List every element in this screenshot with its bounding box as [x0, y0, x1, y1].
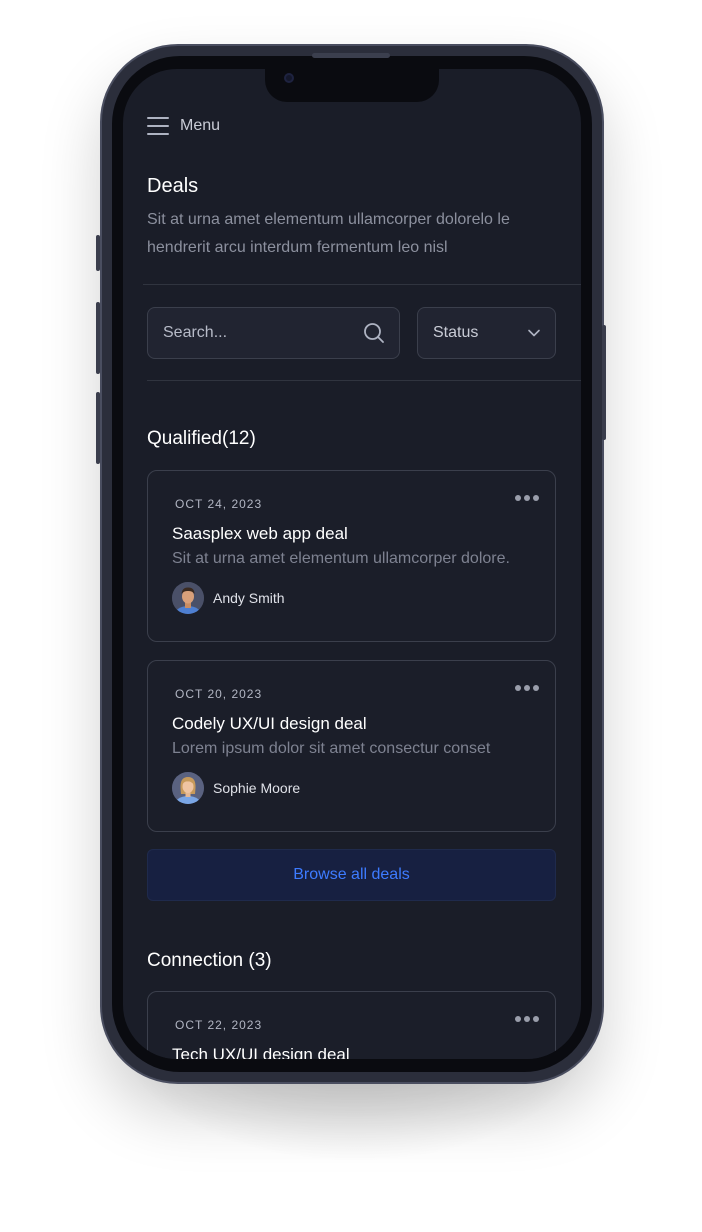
more-options-icon[interactable] [515, 685, 539, 691]
divider [147, 380, 581, 381]
deal-card[interactable]: OCT 24, 2023 Saasplex web app deal Sit a… [147, 470, 556, 642]
deal-owner: Andy Smith [172, 582, 285, 614]
deal-card[interactable]: OCT 20, 2023 Codely UX/UI design deal Lo… [147, 660, 556, 832]
device-mockup: Menu Deals Sit at urna amet elementum ul… [0, 0, 702, 1232]
more-options-icon[interactable] [515, 1016, 539, 1022]
section-title-connection: Connection (3) [147, 950, 272, 971]
avatar [172, 772, 204, 804]
owner-name: Sophie Moore [213, 780, 301, 796]
divider [143, 284, 581, 285]
phone-side-button [96, 302, 100, 374]
deal-date: OCT 24, 2023 [175, 497, 263, 511]
deal-description: Lorem ipsum dolor sit amet consectur con… [172, 740, 491, 757]
deal-description: Sit at urna amet elementum ullamcorper d… [172, 550, 510, 567]
page-description: Sit at urna amet elementum ullamcorper d… [147, 211, 510, 256]
phone-side-button [96, 392, 100, 464]
phone-screen: Menu Deals Sit at urna amet elementum ul… [123, 69, 581, 1059]
deal-title: Tech UX/UI design deal [172, 1045, 350, 1059]
owner-name: Andy Smith [213, 590, 285, 606]
search-placeholder: Search... [163, 324, 228, 341]
status-dropdown[interactable]: Status [417, 307, 556, 359]
status-label: Status [433, 324, 479, 341]
deal-title: Codely UX/UI design deal [172, 714, 367, 733]
search-icon [364, 323, 384, 343]
menu-button[interactable]: Menu [147, 117, 220, 135]
deal-date: OCT 20, 2023 [175, 687, 263, 701]
more-options-icon[interactable] [515, 495, 539, 501]
chevron-down-icon [528, 329, 540, 337]
phone-side-button [96, 235, 100, 271]
hamburger-icon [147, 117, 169, 135]
section-title-qualified: Qualified(12) [147, 428, 256, 449]
phone-notch [265, 69, 439, 102]
deal-date: OCT 22, 2023 [175, 1018, 263, 1032]
page-title: Deals [147, 175, 199, 197]
phone-speaker [312, 53, 390, 58]
phone-side-button [602, 325, 606, 440]
deal-title: Saasplex web app deal [172, 524, 348, 543]
menu-label: Menu [180, 117, 221, 134]
front-camera [284, 73, 294, 83]
deal-owner: Sophie Moore [172, 772, 300, 804]
browse-all-deals-button[interactable]: Browse all deals [147, 849, 556, 901]
avatar [172, 582, 204, 614]
deal-card[interactable]: OCT 22, 2023 Tech UX/UI design deal [147, 991, 556, 1059]
search-input[interactable]: Search... [147, 307, 400, 359]
